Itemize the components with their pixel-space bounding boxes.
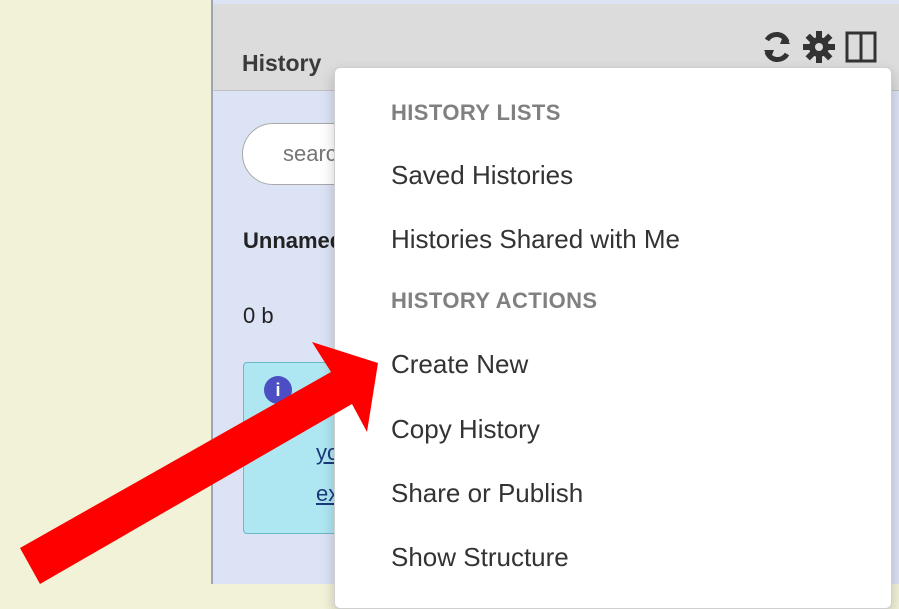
header-icons [759,29,879,65]
menu-item-copy-history[interactable]: Copy History [391,414,540,445]
refresh-icon[interactable] [759,29,795,65]
history-size: 0 b [243,303,274,328]
menu-item-histories-shared[interactable]: Histories Shared with Me [391,224,680,255]
menu-header-history-lists: HISTORY LISTS [391,100,561,125]
gear-icon[interactable] [801,29,837,65]
menu-item-create-new[interactable]: Create New [391,349,528,380]
history-options-menu: HISTORY LISTS Saved Histories Histories … [334,67,892,609]
menu-item-show-structure[interactable]: Show Structure [391,542,569,573]
history-title: History [242,50,322,76]
columns-icon[interactable] [843,29,879,65]
info-icon: i [264,376,292,404]
menu-header-history-actions: HISTORY ACTIONS [391,288,598,313]
menu-item-share-publish[interactable]: Share or Publish [391,478,583,509]
menu-item-saved-histories[interactable]: Saved Histories [391,160,573,191]
